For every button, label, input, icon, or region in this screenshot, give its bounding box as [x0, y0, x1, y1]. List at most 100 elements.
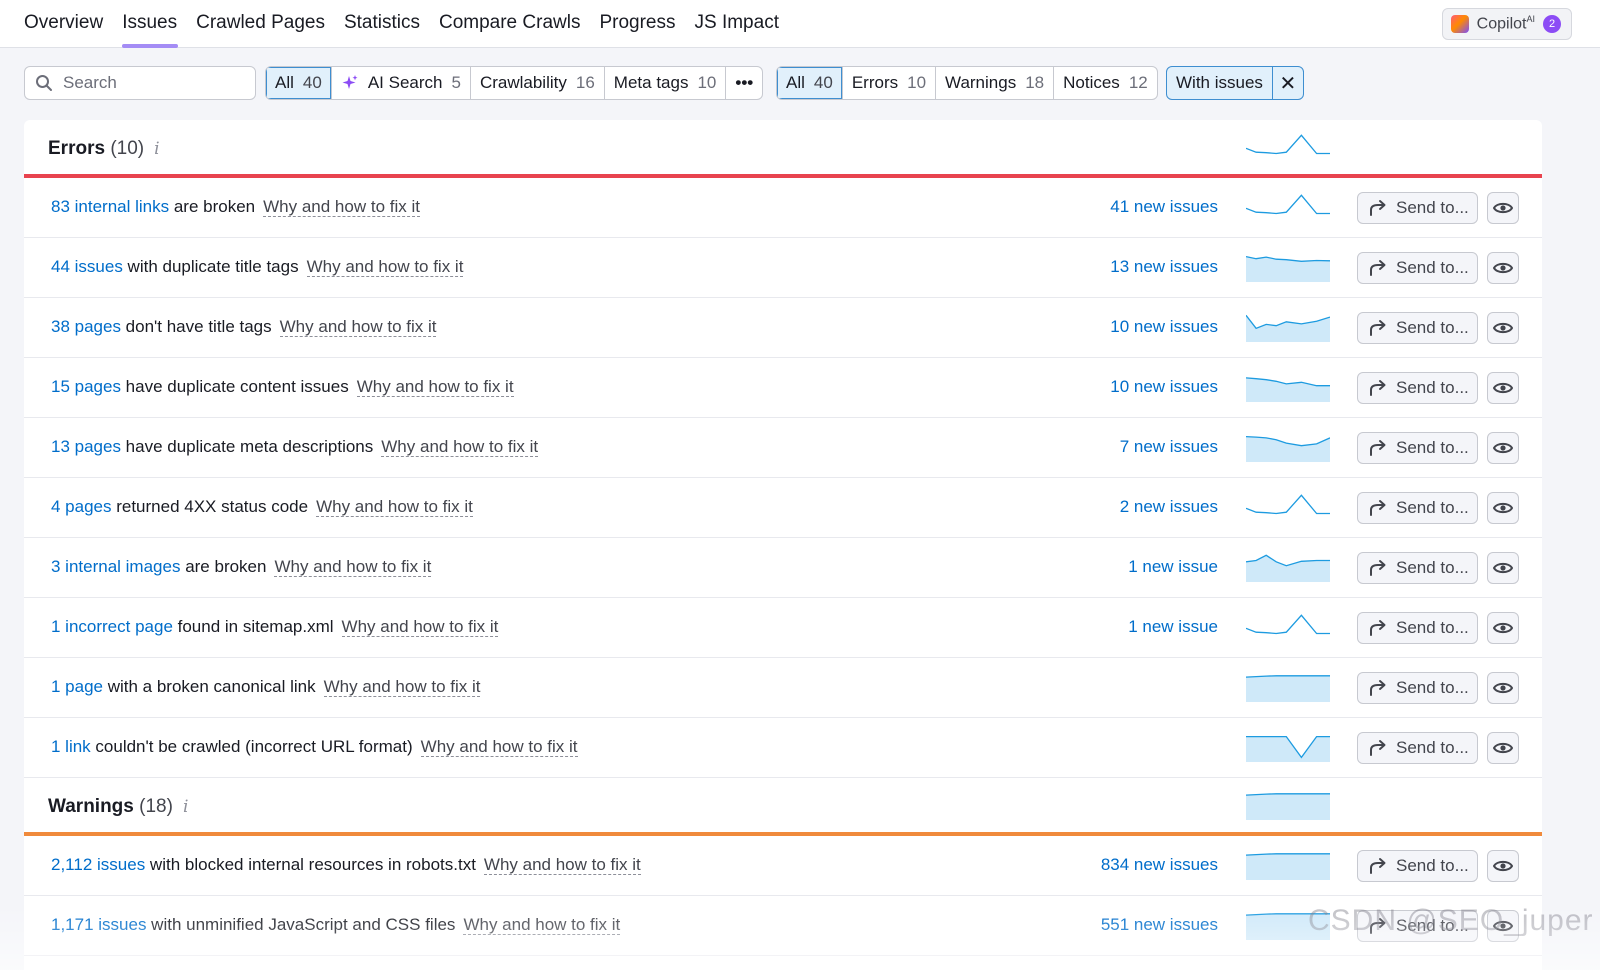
why-fix-link[interactable]: Why and how to fix it — [306, 257, 464, 277]
send-to-button[interactable]: Send to... — [1357, 552, 1478, 584]
category-filter-all[interactable]: All 40 — [266, 67, 332, 99]
trend-sparkline — [1246, 314, 1330, 342]
eye-icon[interactable] — [1487, 252, 1519, 284]
send-to-button[interactable]: Send to... — [1357, 672, 1478, 704]
eye-icon[interactable] — [1487, 672, 1519, 704]
eye-icon[interactable] — [1487, 850, 1519, 882]
issue-count-link[interactable]: 1 incorrect page — [51, 617, 173, 636]
send-to-label: Send to... — [1396, 678, 1469, 697]
category-filter-ai-search[interactable]: AI Search 5 — [332, 67, 471, 99]
copilot-button[interactable]: CopilotAI 2 — [1441, 8, 1572, 40]
eye-icon[interactable] — [1487, 552, 1519, 584]
eye-icon[interactable] — [1487, 372, 1519, 404]
new-issues-link[interactable]: 10 new issues — [1110, 317, 1218, 337]
issue-row: 44 issues with duplicate title tags Why a… — [24, 238, 1542, 298]
tab-js-impact[interactable]: JS Impact — [695, 0, 789, 48]
send-to-button[interactable]: Send to... — [1357, 732, 1478, 764]
why-fix-link[interactable]: Why and how to fix it — [420, 737, 578, 757]
eye-icon[interactable] — [1487, 432, 1519, 464]
issue-count-link[interactable]: 3 internal images — [51, 557, 180, 576]
issue-text: are broken — [180, 557, 267, 576]
why-fix-link[interactable]: Why and how to fix it — [279, 317, 437, 337]
issue-row: 1 page with a broken canonical link Why a… — [24, 658, 1542, 718]
why-fix-link[interactable]: Why and how to fix it — [483, 855, 641, 875]
watermark: CSDN @SEO_juper — [1308, 904, 1594, 937]
severity-filter-errors[interactable]: Errors 10 — [843, 67, 937, 99]
new-issues-link[interactable]: 10 new issues — [1110, 377, 1218, 397]
send-to-button[interactable]: Send to... — [1357, 252, 1478, 284]
why-fix-link[interactable]: Why and how to fix it — [274, 557, 432, 577]
tab-progress[interactable]: Progress — [599, 0, 685, 48]
eye-glyph-icon — [1493, 382, 1513, 394]
issue-count-link[interactable]: 83 internal links — [51, 197, 169, 216]
copilot-label: CopilotAI — [1476, 14, 1535, 33]
eye-icon[interactable] — [1487, 492, 1519, 524]
trend-sparkline — [1246, 494, 1330, 515]
issue-count-link[interactable]: 1,171 issues — [51, 915, 146, 934]
issue-count-link[interactable]: 38 pages — [51, 317, 121, 336]
why-fix-link[interactable]: Why and how to fix it — [381, 437, 539, 457]
why-fix-link[interactable]: Why and how to fix it — [341, 617, 499, 637]
info-icon[interactable]: i — [183, 797, 188, 817]
why-fix-link[interactable]: Why and how to fix it — [316, 497, 473, 517]
info-icon[interactable]: i — [154, 139, 159, 159]
severity-filter-all[interactable]: All 40 — [777, 67, 843, 99]
tab-compare-crawls[interactable]: Compare Crawls — [439, 0, 590, 48]
tab-overview[interactable]: Overview — [24, 0, 113, 48]
send-to-button[interactable]: Send to... — [1357, 612, 1478, 644]
send-to-button[interactable]: Send to... — [1357, 492, 1478, 524]
search-input[interactable] — [63, 73, 243, 93]
eye-glyph-icon — [1493, 622, 1513, 634]
new-issues-link[interactable]: 41 new issues — [1110, 197, 1218, 217]
share-arrow-icon — [1370, 620, 1386, 636]
more-options-button[interactable]: ••• — [726, 67, 762, 99]
new-issues-link[interactable]: 1 new issue — [1128, 557, 1218, 577]
why-fix-link[interactable]: Why and how to fix it — [323, 677, 481, 697]
issue-count-link[interactable]: 15 pages — [51, 377, 121, 396]
eye-icon[interactable] — [1487, 312, 1519, 344]
issue-count-link[interactable]: 4 pages — [51, 497, 112, 516]
issue-count-link[interactable]: 2,112 issues — [51, 855, 145, 874]
tab-issues[interactable]: Issues — [122, 0, 187, 48]
why-fix-link[interactable]: Why and how to fix it — [356, 377, 514, 397]
filter-label: Meta tags — [613, 73, 689, 92]
new-issues-link[interactable]: 2 new issues — [1120, 497, 1218, 517]
issue-count-link[interactable]: 13 pages — [51, 437, 121, 456]
eye-glyph-icon — [1493, 562, 1513, 574]
new-issues-link[interactable]: 7 new issues — [1120, 437, 1218, 457]
eye-icon[interactable] — [1487, 732, 1519, 764]
new-issues-link[interactable]: 1 new issue — [1128, 617, 1218, 637]
issue-count-link[interactable]: 1 page — [51, 677, 103, 696]
trend-sparkline — [1246, 194, 1330, 215]
category-filter-crawlability[interactable]: Crawlability 16 — [471, 67, 605, 99]
filter-label: All — [786, 73, 805, 92]
why-fix-link[interactable]: Why and how to fix it — [463, 915, 621, 935]
search-box[interactable] — [24, 66, 256, 100]
issue-row: 1 link couldn't be crawled (incorrect UR… — [24, 718, 1542, 778]
eye-icon[interactable] — [1487, 192, 1519, 224]
send-to-button[interactable]: Send to... — [1357, 850, 1478, 882]
new-issues-link[interactable]: 834 new issues — [1101, 855, 1218, 875]
issue-row: 15 pages have duplicate content issues Wh… — [24, 358, 1542, 418]
severity-filter-warnings[interactable]: Warnings 18 — [936, 67, 1055, 99]
issue-description: 38 pages don't have title tags Why and ho… — [51, 317, 437, 337]
why-fix-link[interactable]: Why and how to fix it — [263, 197, 420, 217]
filter-count: 10 — [907, 73, 927, 92]
issue-count-link[interactable]: 1 link — [51, 737, 91, 756]
close-icon[interactable]: ✕ — [1273, 67, 1303, 99]
send-to-button[interactable]: Send to... — [1357, 312, 1478, 344]
category-filter-meta-tags[interactable]: Meta tags 10 — [605, 67, 727, 99]
tab-crawled-pages[interactable]: Crawled Pages — [196, 0, 335, 48]
send-to-button[interactable]: Send to... — [1357, 372, 1478, 404]
issue-count-link[interactable]: 44 issues — [51, 257, 123, 276]
severity-filter-notices[interactable]: Notices 12 — [1054, 67, 1157, 99]
send-to-label: Send to... — [1396, 258, 1469, 277]
share-arrow-icon — [1370, 560, 1386, 576]
send-to-button[interactable]: Send to... — [1357, 192, 1478, 224]
eye-icon[interactable] — [1487, 612, 1519, 644]
tab-statistics[interactable]: Statistics — [344, 0, 430, 48]
new-issues-link[interactable]: 13 new issues — [1110, 257, 1218, 277]
with-issues-label[interactable]: With issues — [1167, 67, 1273, 99]
send-to-button[interactable]: Send to... — [1357, 432, 1478, 464]
new-issues-link[interactable]: 551 new issues — [1101, 915, 1218, 935]
